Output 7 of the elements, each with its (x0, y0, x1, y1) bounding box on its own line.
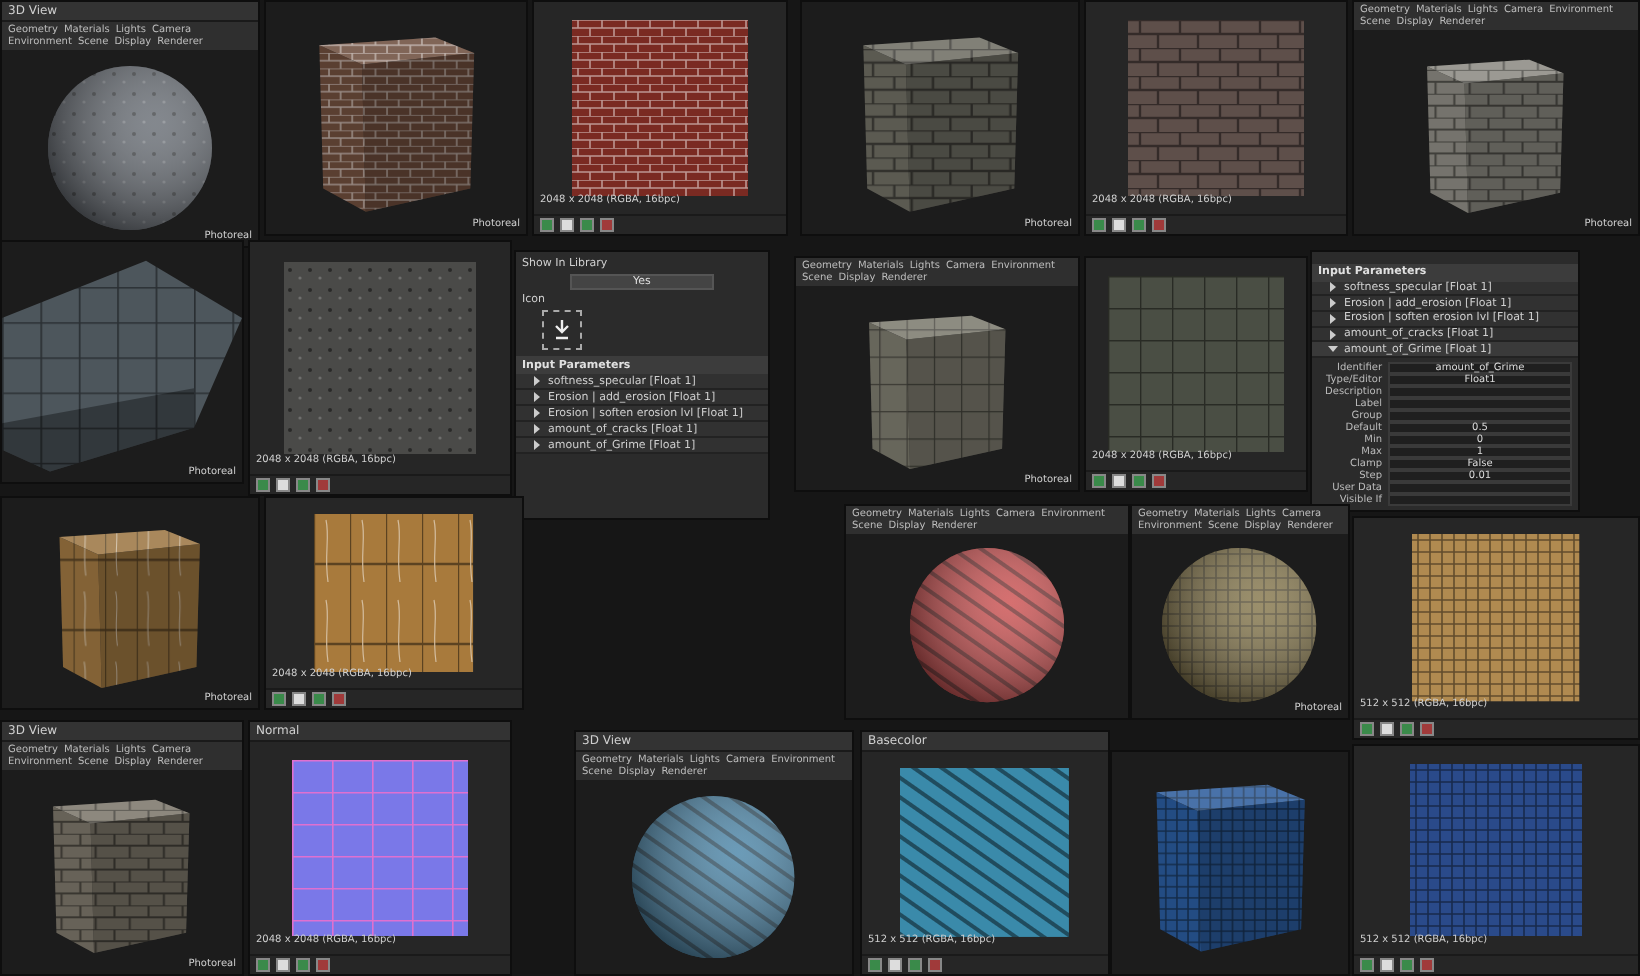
input-field[interactable] (1388, 410, 1572, 423)
input-field[interactable] (1388, 386, 1572, 399)
input-field[interactable] (1388, 494, 1572, 507)
input-field[interactable] (1388, 482, 1572, 495)
download-icon (554, 320, 570, 340)
input-field[interactable] (1388, 398, 1572, 411)
icon-drop-well[interactable] (542, 310, 582, 350)
